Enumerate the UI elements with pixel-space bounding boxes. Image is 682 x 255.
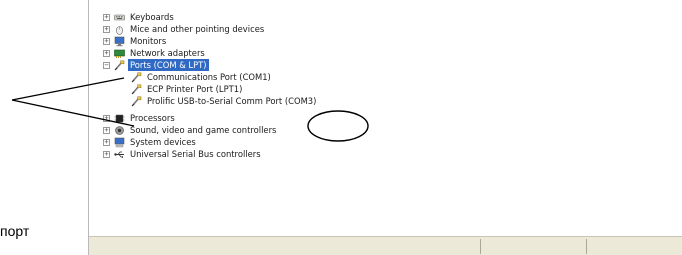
tree-item-system-devices[interactable]: + System devices [103, 136, 198, 148]
status-bar-divider [480, 239, 481, 254]
tree-item-processors[interactable]: + Processors [103, 112, 177, 124]
monitor-icon [114, 36, 125, 46]
keyboard-icon [114, 14, 125, 20]
port-icon [114, 60, 125, 70]
status-bar [89, 236, 682, 255]
status-bar-divider [586, 239, 587, 254]
tree-item-label: Ports (COM & LPT) [128, 59, 209, 71]
tree-item-keyboards[interactable]: + Keyboards [103, 11, 176, 23]
caption-text: порт [0, 223, 30, 239]
tree-item-monitors[interactable]: + Monitors [103, 35, 168, 47]
tree-item-network-adapters[interactable]: + Network adapters [103, 47, 207, 59]
tree-item-label: ECP Printer Port (LPT1) [147, 84, 243, 94]
expand-icon[interactable]: + [103, 138, 110, 146]
tree-item-label: System devices [130, 137, 196, 147]
tree-item-com1[interactable]: Communications Port (COM1) [131, 71, 273, 83]
tree-item-ports[interactable]: − Ports (COM & LPT) [103, 59, 209, 71]
tree-item-label: Keyboards [130, 12, 174, 22]
tree-item-usb-controllers[interactable]: + Universal Serial Bus controllers [103, 148, 263, 160]
usb-icon [114, 151, 124, 158]
tree-item-label: Sound, video and game controllers [130, 125, 277, 135]
processor-icon [114, 114, 125, 122]
expand-icon[interactable]: + [103, 13, 110, 21]
expand-icon[interactable]: + [103, 126, 110, 134]
sound-icon [115, 125, 124, 135]
tree-item-label: Network adapters [130, 48, 205, 58]
expand-icon[interactable]: + [103, 114, 110, 122]
system-devices-icon [114, 137, 125, 147]
tree-item-label: Prolific USB-to-Serial Comm Port (COM3) [147, 96, 317, 106]
port-icon [131, 72, 142, 82]
expand-icon[interactable]: + [103, 49, 110, 57]
port-icon [131, 84, 142, 94]
tree-item-prolific-com3[interactable]: Prolific USB-to-Serial Comm Port (COM3) [131, 95, 318, 107]
tree-item-sound-video-game[interactable]: + Sound, video and game controllers [103, 124, 278, 136]
port-icon [131, 96, 142, 106]
tree-item-mice[interactable]: + Mice and other pointing devices [103, 23, 266, 35]
collapse-icon[interactable]: − [103, 61, 110, 69]
tree-item-label: Communications Port (COM1) [147, 72, 271, 82]
tree-item-label: Processors [130, 113, 175, 123]
expand-icon[interactable]: + [103, 37, 110, 45]
tree-item-label: Universal Serial Bus controllers [130, 149, 261, 159]
screenshot: + Keyboards + Mice and other pointing de… [0, 0, 682, 255]
tree-item-label: Mice and other pointing devices [130, 24, 265, 34]
expand-icon[interactable]: + [103, 25, 110, 33]
expand-icon[interactable]: + [103, 150, 110, 158]
mouse-icon [115, 25, 124, 35]
device-manager-window: + Keyboards + Mice and other pointing de… [88, 0, 682, 255]
tree-item-label: Monitors [130, 36, 167, 46]
tree-item-lpt1[interactable]: ECP Printer Port (LPT1) [131, 83, 244, 95]
network-adapter-icon [114, 49, 125, 58]
